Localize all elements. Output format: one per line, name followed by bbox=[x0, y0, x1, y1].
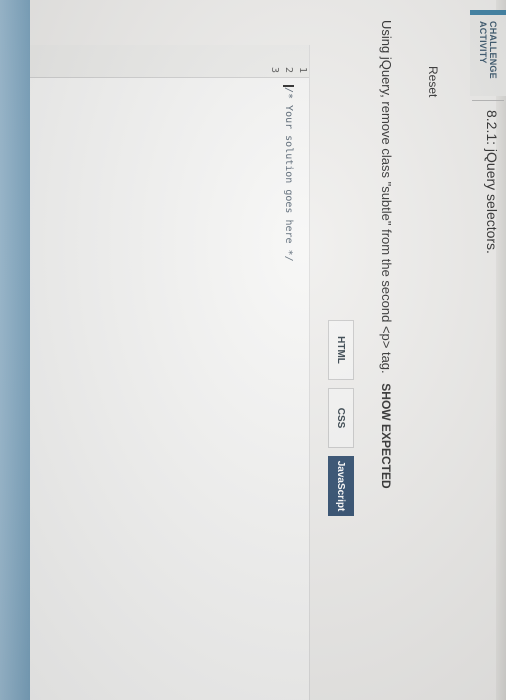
line-number: 1 bbox=[297, 66, 308, 73]
tab-javascript[interactable]: JavaScript bbox=[328, 456, 354, 516]
banner-line-2: ACTIVITY bbox=[478, 21, 488, 64]
code-line: /* Your solution goes here */ bbox=[281, 85, 295, 262]
show-expected-button[interactable]: SHOW EXPECTED bbox=[379, 383, 393, 488]
challenge-activity-banner: CHALLENGE ACTIVITY bbox=[470, 10, 506, 96]
language-tabs: HTML CSS JavaScript bbox=[326, 320, 356, 524]
tab-html[interactable]: HTML bbox=[328, 320, 354, 380]
screen: CHALLENGE ACTIVITY 8.2.1: jQuery selecto… bbox=[0, 0, 506, 700]
instructions-text: Using jQuery, remove class "subtle" from… bbox=[379, 20, 394, 374]
page-bottom-strip bbox=[0, 0, 30, 700]
line-number: 2 bbox=[283, 66, 294, 73]
top-bar bbox=[496, 0, 506, 700]
code-comment: /* Your solution goes here */ bbox=[283, 87, 294, 262]
reset-button[interactable]: Reset bbox=[426, 66, 440, 97]
line-number: 3 bbox=[269, 66, 280, 73]
instructions: Using jQuery, remove class "subtle" from… bbox=[379, 20, 394, 489]
code-area[interactable]: /* Your solution goes here */ bbox=[267, 85, 309, 262]
tab-css[interactable]: CSS bbox=[328, 388, 354, 448]
line-number-gutter: 1 2 3 bbox=[0, 45, 309, 78]
banner-line-1: CHALLENGE bbox=[488, 21, 498, 79]
title-divider bbox=[472, 100, 504, 101]
code-editor[interactable]: 1 2 3 /* Your solution goes here */ bbox=[0, 45, 310, 700]
activity-title: 8.2.1: jQuery selectors. bbox=[484, 110, 500, 254]
